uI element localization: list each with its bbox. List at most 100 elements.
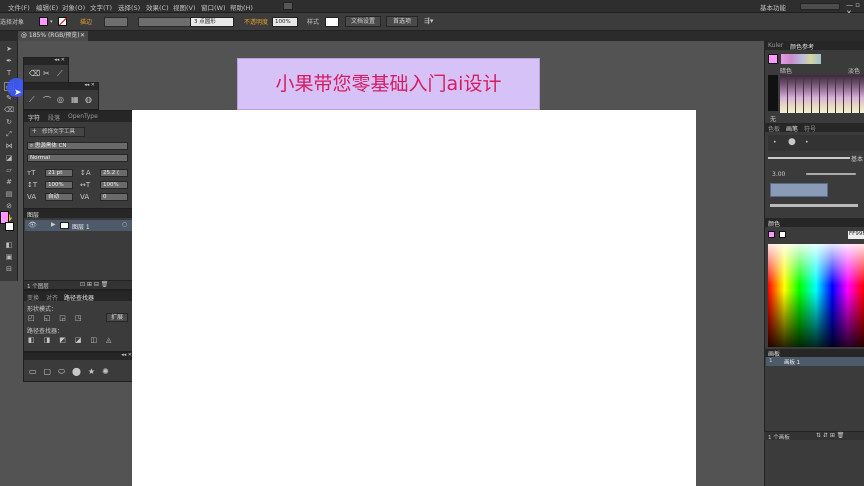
variable-width-field[interactable] <box>138 17 194 27</box>
opacity-label[interactable]: 不透明度 <box>244 17 268 26</box>
scissors-icon[interactable]: ✂ <box>43 69 50 78</box>
scale-tool-icon[interactable]: ⤢ <box>4 130 14 139</box>
grid-icon[interactable]: ▦ <box>71 95 79 104</box>
menu-effect[interactable]: 效果(C) <box>146 2 169 12</box>
tab-layers[interactable]: 图层 <box>27 210 39 219</box>
menu-file[interactable]: 文件(F) <box>8 2 30 12</box>
menu-type[interactable]: 文字(T) <box>90 2 112 12</box>
tracking-field[interactable]: 0 <box>100 193 128 201</box>
kerning-field[interactable]: 自动 <box>45 193 73 201</box>
menu-edit[interactable]: 编辑(E) <box>36 2 58 12</box>
menu-view[interactable]: 视图(V) <box>173 2 196 12</box>
tab-swatches[interactable]: 色板 <box>768 124 780 133</box>
pattern-brush-sample[interactable] <box>770 183 828 197</box>
document-tab[interactable]: @ 185% (RGB/预览) ✕ <box>18 31 88 41</box>
eraser-icon[interactable]: ⌫ <box>29 69 40 78</box>
basic-brush-stroke[interactable] <box>768 157 850 159</box>
eraser-tool-icon[interactable]: ⌫ <box>4 106 14 115</box>
expand-button[interactable]: 扩展 <box>106 313 128 322</box>
art-brush-sample[interactable] <box>770 204 858 207</box>
preferences-button[interactable]: 首选项 <box>386 16 418 27</box>
shape-mode-buttons[interactable]: ◰◱◲◳ <box>28 314 90 322</box>
pathfinder-buttons[interactable]: ◧◨◩◪◫◬ <box>28 336 120 344</box>
horizontal-scale-field[interactable]: 100% <box>100 181 128 189</box>
width-tool-icon[interactable]: ⋈ <box>4 142 14 151</box>
brush-definition-field[interactable]: 3 点圆形 <box>190 17 234 27</box>
tab-align[interactable]: 对齐 <box>46 293 58 302</box>
brush-dots-row[interactable]: • ● • <box>768 135 864 151</box>
color-fill-indicator[interactable] <box>768 231 775 238</box>
tab-character[interactable]: 字符 <box>28 113 40 122</box>
artboard[interactable] <box>132 110 696 486</box>
harmony-swatches[interactable] <box>781 54 821 64</box>
color-spectrum[interactable] <box>768 244 864 347</box>
tab-opentype[interactable]: OpenType <box>68 113 98 120</box>
arc-icon[interactable]: ⌒ <box>43 95 51 106</box>
artboard-row[interactable]: 1 画板 1 <box>766 357 864 366</box>
mesh-tool-icon[interactable]: # <box>4 178 14 187</box>
tab-kuler[interactable]: Kuler <box>768 42 783 49</box>
spiral-icon[interactable]: ◎ <box>57 95 64 104</box>
polar-grid-icon[interactable]: ◍ <box>85 95 92 104</box>
brush-dot-medium[interactable]: • <box>805 139 809 146</box>
gradient-tool-icon[interactable]: ▤ <box>4 190 14 199</box>
brush-dot-small[interactable]: • <box>773 139 777 146</box>
rotate-tool-icon[interactable]: ↻ <box>4 118 14 127</box>
perspective-tool-icon[interactable]: ▱ <box>4 166 14 175</box>
graphic-style-swatch[interactable] <box>325 17 339 27</box>
type-tool-icon[interactable]: T <box>4 69 14 78</box>
menu-window[interactable]: 窗口(W) <box>201 2 226 12</box>
fill-swatch[interactable] <box>39 17 48 26</box>
layer-actions-icons[interactable]: ⊡ ⊞ ⊟ 🗑 <box>80 281 108 288</box>
tab-color-guide[interactable]: 颜色参考 <box>790 42 814 51</box>
bridge-icon[interactable] <box>283 2 293 10</box>
color-stroke-indicator[interactable] <box>779 231 786 238</box>
shape-builder-tool-icon[interactable]: ◪ <box>4 154 14 163</box>
stroke-weight-field[interactable] <box>104 17 128 27</box>
brush-dot-large[interactable]: ● <box>788 137 796 147</box>
drawing-mode-icon[interactable]: ◧ <box>4 241 14 250</box>
eyedropper-tool-icon[interactable]: ⊘ <box>4 202 14 211</box>
menu-help[interactable]: 帮助(H) <box>230 2 253 12</box>
brush-stroke-sample[interactable] <box>806 173 856 175</box>
leading-field[interactable]: 25.2 ( <box>100 169 128 177</box>
pen-tool-icon[interactable]: ✒ <box>4 57 14 66</box>
close-icon[interactable]: ✕ <box>80 31 85 41</box>
chevron-down-icon[interactable]: ▾ <box>50 19 53 25</box>
vertical-scale-field[interactable]: 100% <box>45 181 73 189</box>
change-screen-icon[interactable]: ⊟ <box>4 265 14 274</box>
search-help-input[interactable] <box>800 3 840 10</box>
layer-row[interactable]: 👁 ▶ 图层 1 ○ <box>25 220 134 231</box>
knife-icon[interactable]: ⟋ <box>57 69 63 79</box>
font-family-field[interactable]: ⌕ 思源黑体 CN <box>27 142 128 150</box>
stroke-swatch[interactable] <box>58 17 67 26</box>
artboard-actions-icons[interactable]: ⇅ ⇵ ⊞ 🗑 <box>816 432 844 439</box>
workspace-switcher[interactable]: 基本功能 <box>760 2 786 12</box>
tab-symbols[interactable]: 符号 <box>804 124 816 133</box>
screen-mode-icon[interactable]: ▣ <box>4 253 14 262</box>
menu-select[interactable]: 选择(S) <box>118 2 140 12</box>
document-setup-button[interactable]: 文档设置 <box>345 16 381 27</box>
tab-pathfinder[interactable]: 路径查找器 <box>64 293 94 302</box>
tab-paragraph[interactable]: 段落 <box>48 113 60 122</box>
tab-transform[interactable]: 变换 <box>27 293 39 302</box>
target-icon[interactable]: ○ <box>122 221 127 228</box>
tab-color[interactable]: 颜色 <box>768 219 780 228</box>
line-segment-icon[interactable]: ⟋ <box>29 95 35 105</box>
base-color-swatch[interactable] <box>768 54 778 64</box>
tab-brushes[interactable]: 画笔 <box>786 124 798 133</box>
stroke-label[interactable]: 描边 <box>80 17 92 26</box>
touch-type-tool-button[interactable]: ⵜ 修饰文字工具 <box>29 127 85 137</box>
hex-field[interactable]: FF99F <box>848 231 864 239</box>
font-size-field[interactable]: 21 pt <box>45 169 73 177</box>
menu-object[interactable]: 对象(O) <box>62 2 85 12</box>
shape-tool-icons[interactable]: ▭▢⬭⬤★✺ <box>29 367 116 377</box>
eye-icon[interactable]: 👁 <box>28 221 37 229</box>
arrange-icon[interactable]: ⇶▾ <box>424 17 433 25</box>
font-style-field[interactable]: Normal <box>27 154 128 162</box>
stroke-color-swatch[interactable] <box>5 222 14 231</box>
selection-tool-icon[interactable]: ➤ <box>4 45 14 54</box>
expand-arrow-icon[interactable]: ▶ <box>51 221 56 228</box>
opacity-field[interactable]: 100% <box>272 17 298 27</box>
layer-name[interactable]: 图层 1 <box>72 222 90 231</box>
